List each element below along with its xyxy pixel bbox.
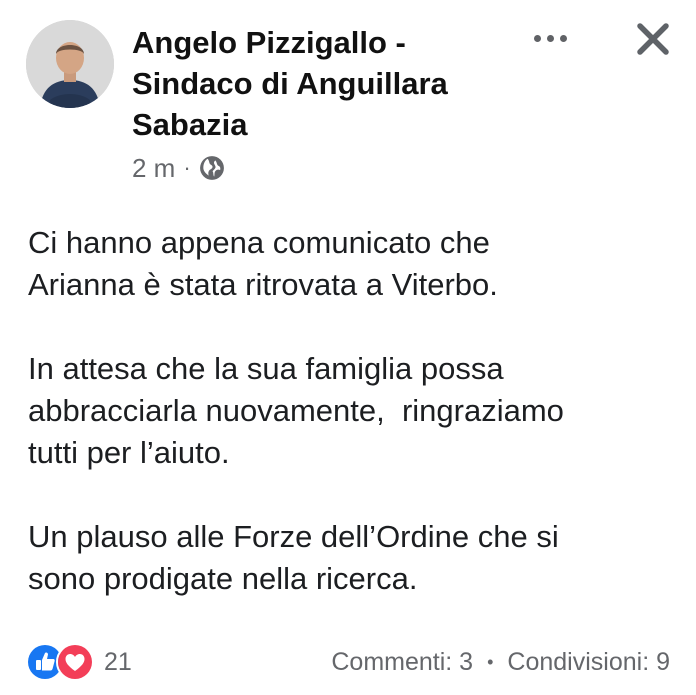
more-options-icon[interactable]: [528, 24, 572, 52]
post-footer: 21 Commenti: 3 • Condivisioni: 9: [26, 640, 670, 684]
more-dot: [533, 34, 541, 42]
post-paragraph: Ci hanno appena comunicato che Arianna è…: [28, 225, 498, 302]
author-avatar[interactable]: [26, 20, 114, 108]
more-dot: [559, 34, 567, 42]
comments-link[interactable]: Commenti: 3: [331, 648, 473, 677]
post-stats: Commenti: 3 • Condivisioni: 9: [331, 648, 670, 677]
post-body: Ci hanno appena comunicato che Arianna è…: [28, 222, 678, 600]
more-dot: [546, 34, 554, 42]
post-paragraph: In attesa che la sua famiglia possa abbr…: [28, 351, 564, 470]
reaction-count: 21: [104, 647, 132, 676]
post-meta: 2 m ·: [132, 152, 225, 184]
shares-link[interactable]: Condivisioni: 9: [507, 648, 670, 677]
reactions-summary[interactable]: 21: [26, 643, 132, 681]
close-icon[interactable]: [632, 18, 674, 60]
avatar-image: [26, 20, 114, 108]
post-timestamp[interactable]: 2 m: [132, 153, 175, 184]
post-paragraph: Un plauso alle Forze dell’Ordine che si …: [28, 519, 559, 596]
stats-separator: •: [487, 651, 494, 672]
author-name[interactable]: Angelo Pizzigallo - Sindaco di Anguillar…: [132, 22, 512, 145]
meta-separator: ·: [183, 155, 191, 180]
love-icon: [56, 643, 94, 681]
globe-icon[interactable]: [199, 155, 225, 181]
